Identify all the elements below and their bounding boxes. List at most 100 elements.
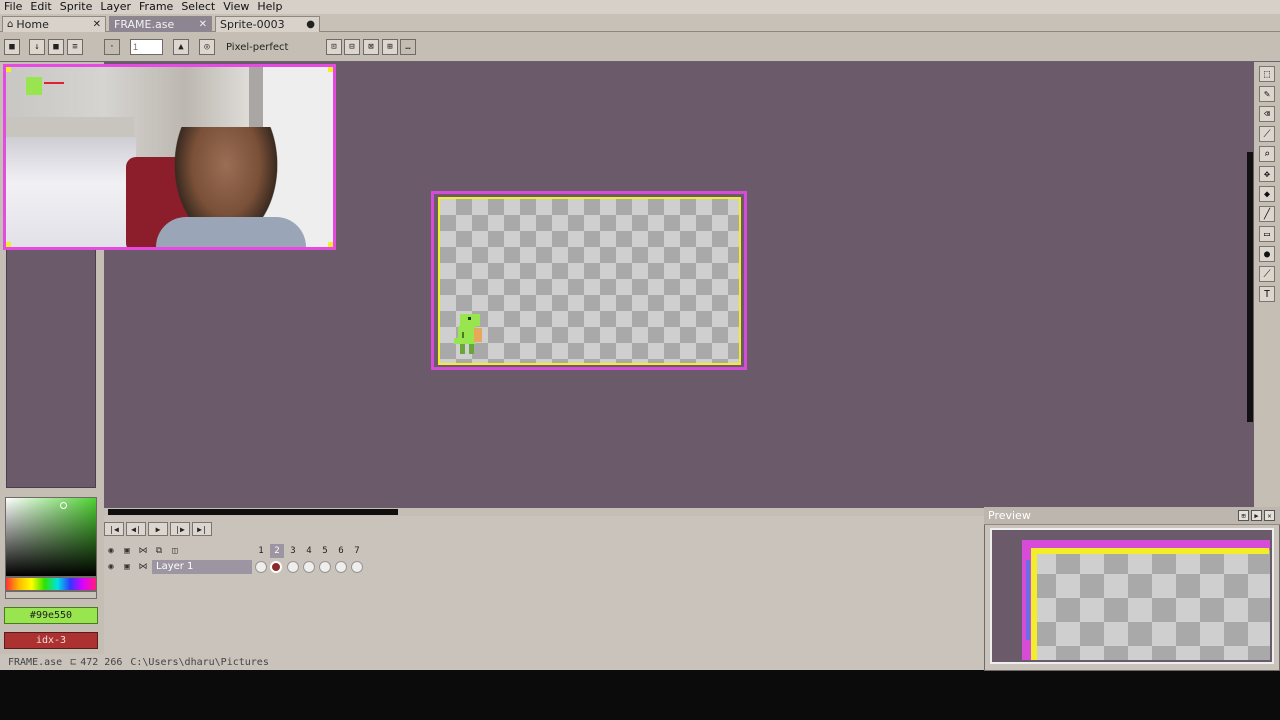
tool-box: ⬚ ✎ ⌫ ⟋ ⌕ ✥ ◆ ╱ ▭ ● ⟋ T bbox=[1254, 62, 1280, 508]
eraser-icon[interactable]: ⌫ bbox=[1259, 106, 1275, 122]
foreground-color-button[interactable]: #99e550 bbox=[4, 607, 98, 624]
pattern-icon[interactable]: ◎ bbox=[199, 39, 215, 55]
menu-layer[interactable]: Layer bbox=[96, 0, 135, 14]
horizontal-scrollbar[interactable] bbox=[104, 508, 984, 516]
color-spectrum[interactable] bbox=[5, 497, 97, 577]
status-coords: 472 266 bbox=[80, 656, 123, 668]
line-icon[interactable]: ╱ bbox=[1259, 206, 1275, 222]
frame-number[interactable]: 7 bbox=[350, 544, 364, 558]
tab-bar: ⌂ Home ✕ FRAME.ase ✕ Sprite-0003 ● bbox=[0, 14, 1280, 32]
color-picker-cursor[interactable] bbox=[60, 502, 67, 509]
first-frame-icon[interactable]: |◀ bbox=[104, 522, 124, 536]
horizontal-scrollbar-thumb[interactable] bbox=[108, 509, 398, 515]
brush-lines-icon[interactable]: ≡ bbox=[67, 39, 83, 55]
symmetry-both-icon[interactable]: ⊞ bbox=[382, 39, 398, 55]
rectangle-icon[interactable]: ▭ bbox=[1259, 226, 1275, 242]
vertical-scrollbar-thumb[interactable] bbox=[1247, 152, 1253, 422]
prev-frame-icon[interactable]: ◀| bbox=[126, 522, 146, 536]
tab-frame-ase[interactable]: FRAME.ase ✕ bbox=[109, 16, 212, 32]
close-icon[interactable]: ✕ bbox=[199, 19, 207, 30]
cel[interactable] bbox=[335, 561, 347, 573]
play-icon[interactable]: ▶ bbox=[148, 522, 168, 536]
cel[interactable] bbox=[255, 561, 267, 573]
palette-area[interactable] bbox=[6, 248, 96, 488]
brush-shape-icon[interactable]: ↓ bbox=[29, 39, 45, 55]
more-options-icon[interactable]: … bbox=[400, 39, 416, 55]
fill-icon[interactable]: ◆ bbox=[1259, 186, 1275, 202]
symmetry-h-icon[interactable]: ⊟ bbox=[344, 39, 360, 55]
brush-type-icon[interactable]: · bbox=[104, 39, 120, 55]
pixel-perfect-label[interactable]: Pixel-perfect bbox=[226, 42, 288, 53]
eye-icon[interactable]: ◉ bbox=[104, 544, 118, 558]
move-icon[interactable]: ✥ bbox=[1259, 166, 1275, 182]
tab-sprite-0003-label: Sprite-0003 bbox=[220, 18, 285, 31]
menu-help[interactable]: Help bbox=[253, 0, 286, 14]
ink-icon[interactable]: ▲ bbox=[173, 39, 189, 55]
cel[interactable] bbox=[351, 561, 363, 573]
text-icon[interactable]: T bbox=[1259, 286, 1275, 302]
menu-edit[interactable]: Edit bbox=[26, 0, 55, 14]
marquee-icon[interactable]: ⬚ bbox=[1259, 66, 1275, 82]
play-icon[interactable]: ▶ bbox=[1251, 510, 1262, 521]
menu-file[interactable]: File bbox=[0, 0, 26, 14]
preview-title: Preview bbox=[984, 507, 1280, 525]
pencil-icon[interactable]: ✎ bbox=[1259, 86, 1275, 102]
status-path: C:\Users\dharu\Pictures bbox=[130, 656, 269, 668]
frame-corner bbox=[6, 242, 11, 247]
contour-icon[interactable]: ● bbox=[1259, 246, 1275, 262]
eyedropper-icon[interactable]: ⟋ bbox=[1259, 126, 1275, 142]
sprite-canvas[interactable] bbox=[438, 197, 741, 365]
blur-icon[interactable]: ⟋ bbox=[1259, 266, 1275, 282]
frame-number[interactable]: 6 bbox=[334, 544, 348, 558]
menu-sprite[interactable]: Sprite bbox=[56, 0, 97, 14]
frame-number[interactable]: 2 bbox=[270, 544, 284, 558]
symmetry-icon[interactable]: ⊡ bbox=[326, 39, 342, 55]
modified-dot-icon[interactable]: ● bbox=[306, 19, 315, 30]
frame-number[interactable]: 1 bbox=[254, 544, 268, 558]
tab-sprite-0003[interactable]: Sprite-0003 ● bbox=[215, 16, 320, 32]
menu-view[interactable]: View bbox=[219, 0, 253, 14]
symmetry-v-icon[interactable]: ⊠ bbox=[363, 39, 379, 55]
last-frame-icon[interactable]: ▶| bbox=[192, 522, 212, 536]
cel[interactable] bbox=[303, 561, 315, 573]
menu-frame[interactable]: Frame bbox=[135, 0, 177, 14]
brush-size-input[interactable] bbox=[130, 39, 163, 55]
zoom-icon[interactable]: ⌕ bbox=[1259, 146, 1275, 162]
lock-icon[interactable]: ■ bbox=[4, 39, 20, 55]
continuous-icon[interactable]: ⋈ bbox=[136, 544, 150, 558]
cel[interactable] bbox=[319, 561, 331, 573]
timeline-layer-row: ◉ ▣ ⋈ Layer 1 bbox=[104, 560, 984, 574]
layers-icon[interactable]: ⧉ bbox=[152, 544, 166, 558]
preview-blue-edge bbox=[1026, 560, 1030, 640]
layer-name[interactable]: Layer 1 bbox=[152, 560, 252, 574]
webcam-overlay bbox=[3, 64, 336, 250]
next-frame-icon[interactable]: |▶ bbox=[170, 522, 190, 536]
frame-number[interactable]: 5 bbox=[318, 544, 332, 558]
vertical-scrollbar[interactable] bbox=[1246, 62, 1254, 508]
frame-number[interactable]: 4 bbox=[302, 544, 316, 558]
maximize-icon[interactable]: ⊞ bbox=[1238, 510, 1249, 521]
eye-icon[interactable]: ◉ bbox=[104, 560, 118, 574]
frame-number[interactable]: 3 bbox=[286, 544, 300, 558]
hue-slider[interactable] bbox=[5, 577, 97, 591]
onion-skin-icon[interactable]: ◫ bbox=[168, 544, 182, 558]
status-bar: FRAME.ase ⊏ 472 266 C:\Users\dharu\Pictu… bbox=[0, 654, 984, 670]
close-icon[interactable]: ✕ bbox=[93, 19, 101, 30]
context-bar: ■ ↓ ■ ≡ · ▲ ◎ Pixel-perfect ⊡ ⊟ ⊠ ⊞ … bbox=[0, 32, 1280, 62]
tab-frame-ase-label: FRAME.ase bbox=[114, 18, 175, 31]
webcam-shirt bbox=[156, 217, 306, 247]
close-icon[interactable]: ✕ bbox=[1264, 510, 1275, 521]
lock-icon[interactable]: ▣ bbox=[120, 544, 134, 558]
taskbar-strip bbox=[0, 671, 1280, 720]
home-icon: ⌂ bbox=[7, 19, 14, 30]
background-color-button[interactable]: idx-3 bbox=[4, 632, 98, 649]
menu-bar: File Edit Sprite Layer Frame Select View… bbox=[0, 0, 1280, 14]
cel[interactable] bbox=[287, 561, 299, 573]
tab-home[interactable]: ⌂ Home ✕ bbox=[2, 16, 106, 32]
lock-icon[interactable]: ▣ bbox=[120, 560, 134, 574]
brush-square-icon[interactable]: ■ bbox=[48, 39, 64, 55]
menu-select[interactable]: Select bbox=[177, 0, 219, 14]
cel-active[interactable] bbox=[270, 561, 282, 573]
continuous-icon[interactable]: ⋈ bbox=[136, 560, 150, 574]
alpha-slider[interactable] bbox=[5, 591, 97, 599]
